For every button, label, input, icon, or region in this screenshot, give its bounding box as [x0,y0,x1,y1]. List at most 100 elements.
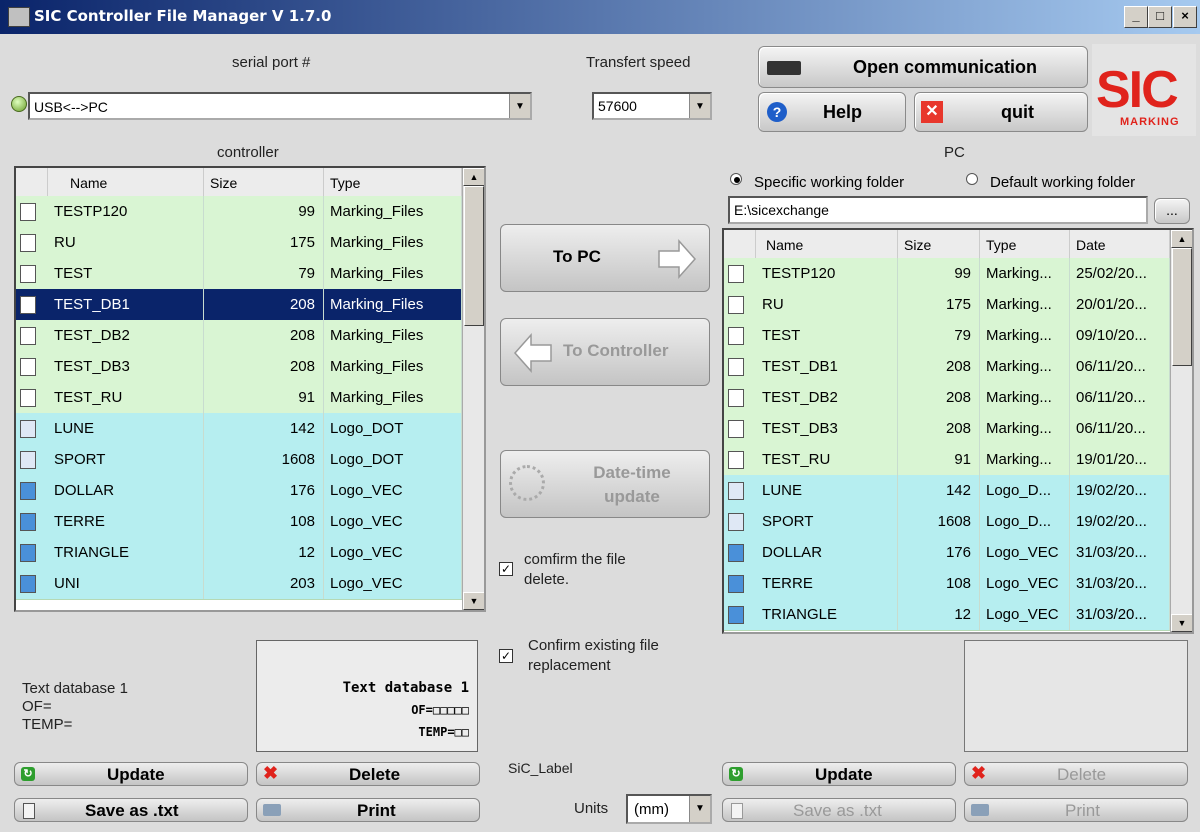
confirm-replace-label: Confirm existing file replacement [528,636,659,676]
pc-row[interactable]: TERRE 108 Logo_VEC 31/03/20... [724,568,1170,600]
printer-icon [971,804,989,816]
column-header-name[interactable]: Name [756,230,898,258]
pc-preview-box [964,640,1188,752]
controller-row[interactable]: RU 175 Marking_Files [16,227,462,259]
serial-port-select[interactable]: USB<-->PC ▼ [28,92,532,120]
scroll-down-icon[interactable]: ▼ [463,592,484,610]
open-communication-button[interactable]: Open communication [758,46,1088,88]
confirm-delete-checkbox[interactable]: ✓ [499,562,513,576]
scroll-down-icon[interactable]: ▼ [1171,614,1192,632]
image-file-icon [20,513,36,531]
pc-title: PC [944,144,965,161]
scroll-up-icon[interactable]: ▲ [1171,230,1192,248]
controller-delete-button[interactable]: ✖ Delete [256,762,480,786]
pc-update-button[interactable]: ↻ Update [722,762,956,786]
pc-cell-name: TEST [756,320,898,351]
pc-row[interactable]: TEST_DB1 208 Marking... 06/11/20... [724,351,1170,383]
column-header-size[interactable]: Size [898,230,980,258]
pc-file-table[interactable]: Name Size Type Date TESTP120 99 Marking...… [722,228,1194,634]
controller-file-table[interactable]: Name Size Type TESTP120 99 Marking_Files RU… [14,166,486,612]
pc-row[interactable]: SPORT 1608 Logo_D... 19/02/20... [724,506,1170,538]
column-header-date[interactable]: Date [1070,230,1170,258]
document-icon [20,203,36,221]
pc-row[interactable]: TEST_RU 91 Marking... 19/01/20... [724,444,1170,476]
date-time-label: Date-time update [567,461,697,509]
pc-row[interactable]: TEST_DB2 208 Marking... 06/11/20... [724,382,1170,414]
pc-cell-name: RU [756,289,898,320]
help-button[interactable]: ? Help [758,92,906,132]
pc-save-txt-label: Save as .txt [793,801,882,820]
pc-print-button[interactable]: Print [964,798,1188,822]
scroll-thumb[interactable] [464,186,484,326]
preview-box-text: Text database 1 OF=□□□□□ TEMP=□□ [343,677,469,743]
close-button[interactable]: × [1173,6,1197,28]
controller-row[interactable]: TEST_DB3 208 Marking_Files [16,351,462,383]
pc-cell-type: Marking... [980,289,1070,320]
column-header-size[interactable]: Size [204,168,324,196]
controller-row[interactable]: SPORT 1608 Logo_DOT [16,444,462,476]
maximize-button[interactable]: □ [1148,6,1172,28]
speed-select[interactable]: 57600 ▼ [592,92,712,120]
pc-row[interactable]: RU 175 Marking... 20/01/20... [724,289,1170,321]
pc-row[interactable]: TEST 79 Marking... 09/10/20... [724,320,1170,352]
units-select[interactable]: (mm) ▼ [626,794,712,824]
confirm-delete-line2: delete. [524,571,570,588]
controller-scrollbar[interactable]: ▲ ▼ [462,168,484,610]
column-header-name[interactable]: Name [48,168,204,196]
controller-cell-type: Marking_Files [324,227,462,258]
scroll-thumb[interactable] [1172,248,1192,366]
controller-row[interactable]: TEST_DB2 208 Marking_Files [16,320,462,352]
pc-cell-size: 208 [898,382,980,413]
column-header-type[interactable]: Type [980,230,1070,258]
quit-icon: ✕ [921,101,943,123]
to-controller-button[interactable]: To Controller [500,318,710,386]
date-time-line1: Date-time [593,463,671,482]
column-header-type[interactable]: Type [324,168,462,196]
controller-row[interactable]: TEST 79 Marking_Files [16,258,462,290]
controller-print-button[interactable]: Print [256,798,480,822]
chevron-down-icon[interactable]: ▼ [689,796,710,822]
controller-row[interactable]: TEST_RU 91 Marking_Files [16,382,462,414]
document-icon [23,803,35,819]
date-time-update-button[interactable]: Date-time update [500,450,710,518]
controller-row[interactable]: DOLLAR 176 Logo_VEC [16,475,462,507]
controller-row[interactable]: LUNE 142 Logo_DOT [16,413,462,445]
pc-cell-type: Logo_VEC [980,568,1070,599]
quit-button[interactable]: ✕ quit [914,92,1088,132]
chevron-down-icon[interactable]: ▼ [509,94,530,118]
radio-specific-folder[interactable] [730,173,742,185]
controller-table-header: Name Size Type [16,168,462,197]
controller-save-txt-button[interactable]: Save as .txt [14,798,248,822]
browse-folder-button[interactable]: ... [1154,198,1190,224]
controller-update-label: Update [107,765,165,784]
controller-update-button[interactable]: ↻ Update [14,762,248,786]
chevron-down-icon[interactable]: ▼ [689,94,710,118]
minimize-button[interactable]: _ [1124,6,1148,28]
confirm-replace-checkbox[interactable]: ✓ [499,649,513,663]
controller-row[interactable]: UNI 203 Logo_VEC [16,568,462,600]
to-pc-button[interactable]: To PC [500,224,710,292]
pc-row[interactable]: TRIANGLE 12 Logo_VEC 31/03/20... [724,599,1170,631]
radio-default-folder[interactable] [966,173,978,185]
image-file-icon [20,482,36,500]
pc-row[interactable]: TEST_DB3 208 Marking... 06/11/20... [724,413,1170,445]
pc-save-txt-button[interactable]: Save as .txt [722,798,956,822]
delete-icon: ✖ [971,763,987,783]
scroll-up-icon[interactable]: ▲ [463,168,484,186]
pc-row[interactable]: DOLLAR 176 Logo_VEC 31/03/20... [724,537,1170,569]
controller-row[interactable]: TESTP120 99 Marking_Files [16,196,462,228]
pc-cell-type: Logo_VEC [980,599,1070,630]
pc-cell-date: 06/11/20... [1070,351,1170,382]
working-folder-path-input[interactable]: E:\sicexchange [728,196,1148,224]
controller-cell-name: TEST_RU [48,382,204,413]
title-bar: SIC Controller File Manager V 1.7.0 _ □ … [0,0,1200,34]
pc-row[interactable]: LUNE 142 Logo_D... 19/02/20... [724,475,1170,507]
controller-row[interactable]: TEST_DB1 208 Marking_Files [16,289,462,321]
pc-delete-button[interactable]: ✖ Delete [964,762,1188,786]
controller-row[interactable]: TERRE 108 Logo_VEC [16,506,462,538]
pc-scrollbar[interactable]: ▲ ▼ [1170,230,1192,632]
pc-row[interactable]: TESTP120 99 Marking... 25/02/20... [724,258,1170,290]
controller-row[interactable]: TRIANGLE 12 Logo_VEC [16,537,462,569]
pc-table-header: Name Size Type Date [724,230,1170,259]
controller-delete-label: Delete [349,765,401,784]
